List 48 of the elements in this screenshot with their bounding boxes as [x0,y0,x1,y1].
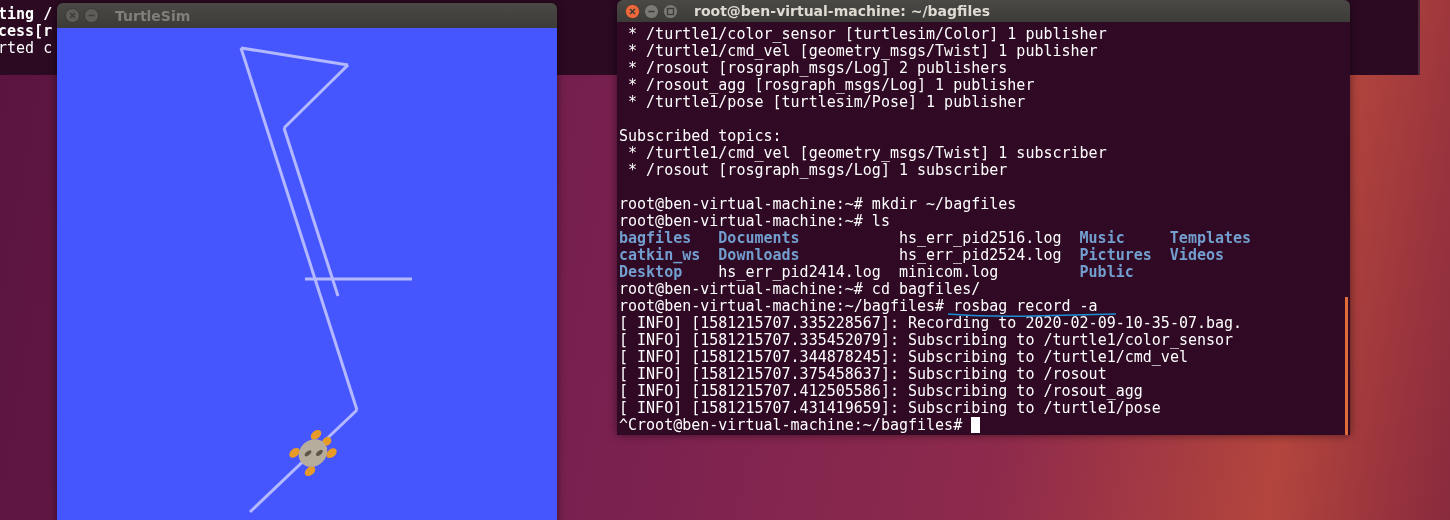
terminal-line: * /turtle1/color_sensor [turtlesim/Color] 1 publisher [627,26,1107,43]
directory-name: Pictures [1079,247,1153,264]
terminal-line: rted c [0,40,53,57]
terminal-line: [ INFO] [1581215707.335228567]: Recording to 2020-02-09-10-35-07.bag. [619,315,1243,332]
command-text: ls [871,212,890,230]
directory-name: Music [1079,230,1126,247]
prompt-text: root@ben-virtual-machine:~/bagfiles# [619,298,945,315]
window-title: TurtleSim [115,7,191,24]
file-name: hs_err_pid2524.log [898,247,1063,264]
directory-name: catkin_ws [619,247,702,264]
file-name: hs_err_pid2516.log [898,230,1063,247]
directory-name: Downloads [718,247,801,264]
maximize-button[interactable] [663,3,678,19]
prompt-text: root@ben-virtual-machine:~# [619,213,863,230]
prompt-text: root@ben-virtual-machine:~# [619,196,863,213]
terminal-line: * /turtle1/cmd_vel [geometry_msgs/Twist] 1 publisher [627,43,1098,60]
terminal-line: * /rosout_agg [rosgraph_msgs/Log] 1 publisher [627,77,1035,94]
command-text: rosbag record -a [953,297,1098,315]
terminal-line: * /turtle1/cmd_vel [geometry_msgs/Twist] 1 subscriber [627,145,1107,162]
terminal-line: [ INFO] [1581215707.344878245]: Subscribing to /turtle1/cmd_vel [619,349,1188,366]
directory-name: Desktop [619,264,683,281]
close-button[interactable] [65,8,80,23]
command-text: mkdir ~/bagfiles [871,195,1017,213]
minimize-button[interactable] [644,3,659,19]
window-title: root@ben-virtual-machine: ~/bagfiles [694,3,991,19]
terminal-line: [ INFO] [1581215707.375458637]: Subscribing to /rosout [619,366,1107,383]
terminal-line: * /rosout [rosgraph_msgs/Log] 2 publishers [627,60,1008,77]
terminal-line: cess[r [0,23,53,40]
terminal-line: [ INFO] [1581215707.335452079]: Subscribing to /turtle1/color_sensor [619,332,1234,349]
directory-name: Templates [1169,230,1253,247]
directory-name: Documents [718,230,801,247]
file-name: minicom.log [898,264,999,281]
directory-name: bagfiles [619,230,692,247]
prompt-text: ^Croot@ben-virtual-machine:~/bagfiles# [619,417,963,434]
close-button[interactable] [625,3,640,19]
terminal-line: * /turtle1/pose [turtlesim/Pose] 1 publisher [627,94,1026,111]
terminal-line: * /rosout [rosgraph_msgs/Log] 1 subscriber [627,162,1008,179]
scrollbar[interactable] [1345,297,1348,435]
prompt-text: root@ben-virtual-machine:~# [619,281,863,298]
directory-name: Videos [1169,247,1225,264]
file-name: hs_err_pid2414.log [718,264,882,281]
command-text: cd bagfiles/ [871,280,981,298]
terminal-line: Subscribed topics: [619,128,782,145]
terminal-line: [ INFO] [1581215707.412505586]: Subscribing to /rosout_agg [619,383,1143,400]
minimize-button[interactable] [84,8,99,23]
terminal-line: [ INFO] [1581215707.431419659]: Subscribing to /turtle1/pose [619,400,1161,417]
turtle-icon [289,429,337,477]
directory-name: Public [1079,264,1135,281]
